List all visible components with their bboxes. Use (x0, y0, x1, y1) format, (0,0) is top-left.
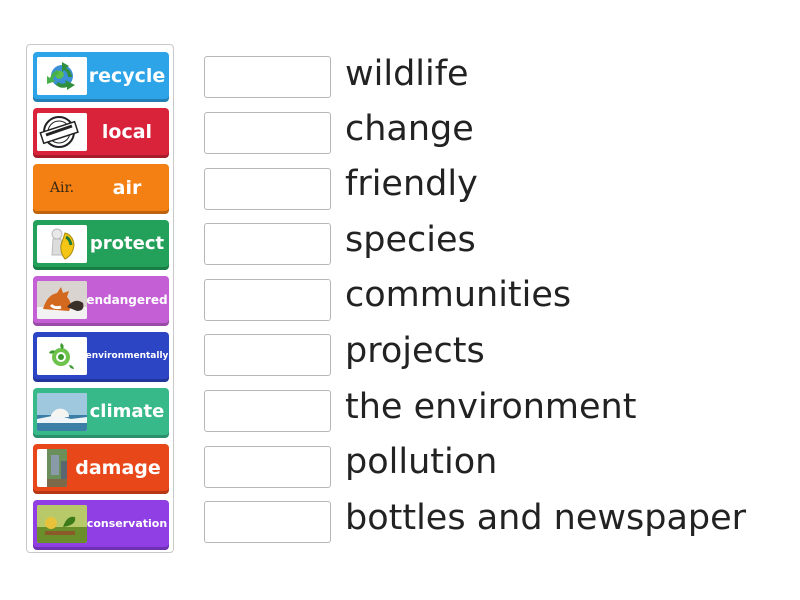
shield-figure-icon (37, 225, 87, 263)
tile-label: damage (75, 456, 161, 479)
target-phrase: species (345, 220, 476, 260)
target-phrase: wildlife (345, 54, 469, 94)
target-phrase: projects (345, 331, 485, 371)
target-phrase: communities (345, 275, 572, 315)
nature-photo-icon (37, 505, 87, 543)
tile-endangered[interactable]: endangered (33, 276, 169, 326)
tile-local[interactable]: local (33, 108, 169, 158)
tile-label: conservation (86, 517, 168, 530)
air-icon-text: Air. (49, 180, 75, 196)
eco-globe-icon (37, 337, 87, 375)
tile-recycle[interactable]: recycle (33, 52, 169, 102)
air-text-icon: Air. (37, 169, 87, 207)
drop-slot[interactable] (204, 390, 331, 432)
tile-label: protect (89, 233, 165, 254)
polar-bear-photo-icon (37, 393, 87, 431)
support-local-stamp-icon (37, 113, 87, 151)
tile-environmentally[interactable]: environmentally (33, 332, 169, 382)
tile-climate[interactable]: climate (33, 388, 169, 438)
drop-slot[interactable] (204, 446, 331, 488)
drop-slot[interactable] (204, 56, 331, 98)
drop-slot[interactable] (204, 112, 331, 154)
fox-photo-icon (37, 281, 87, 319)
tile-air[interactable]: Air. air (33, 164, 169, 214)
answer-tile-panel: recycle local Air. air protect endangere… (26, 44, 174, 553)
target-phrase: change (345, 109, 474, 149)
tile-label: climate (89, 401, 165, 422)
drop-slot[interactable] (204, 168, 331, 210)
drop-slot[interactable] (204, 334, 331, 376)
target-phrase: friendly (345, 164, 478, 204)
tile-conservation[interactable]: conservation (33, 500, 169, 550)
tile-protect[interactable]: protect (33, 220, 169, 270)
tile-label: endangered (86, 292, 168, 307)
tile-label: recycle (88, 64, 166, 87)
target-phrase: pollution (345, 442, 498, 482)
waste-photo-icon (37, 449, 67, 487)
target-phrase: the environment (345, 387, 637, 427)
target-phrase: bottles and newspaper (345, 498, 747, 538)
drop-slot[interactable] (204, 223, 331, 265)
tile-label: environmentally (85, 350, 169, 361)
tile-damage[interactable]: damage (33, 444, 169, 494)
tile-label: local (101, 120, 153, 143)
drop-slot[interactable] (204, 279, 331, 321)
drop-slot[interactable] (204, 501, 331, 543)
recycle-icon (37, 57, 87, 95)
tile-label: air (112, 176, 142, 199)
